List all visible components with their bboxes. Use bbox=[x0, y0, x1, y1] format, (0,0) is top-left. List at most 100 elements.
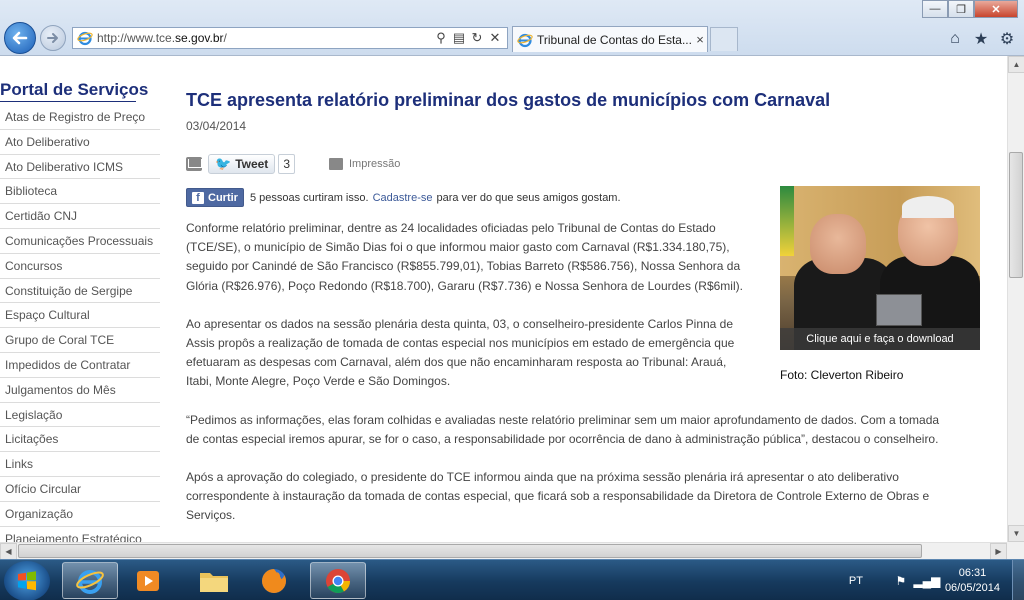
sidebar-item-grupo-coral[interactable]: Grupo de Coral TCE bbox=[0, 328, 160, 353]
article-paragraph: “Pedimos as informações, elas foram colh… bbox=[186, 412, 940, 446]
address-bar[interactable]: http://www.tce.se.gov.br/ ⚲ ▤ ↻ ✕ bbox=[72, 27, 508, 49]
facebook-like-row: f Curtir 5 pessoas curtiram isso. Cadast… bbox=[186, 188, 621, 207]
sidebar-item-links[interactable]: Links bbox=[0, 452, 160, 477]
sidebar-item-oficio-circular[interactable]: Ofício Circular bbox=[0, 477, 160, 502]
tab-tribunal[interactable]: Tribunal de Contas do Esta... × bbox=[512, 26, 708, 52]
taskbar: PT ⚑ ▂▄▆ 06:31 06/05/2014 bbox=[0, 559, 1024, 600]
sidebar-item-comunicacoes[interactable]: Comunicações Processuais bbox=[0, 229, 160, 254]
taskbar-chrome[interactable] bbox=[310, 562, 366, 599]
sidebar-item-concursos[interactable]: Concursos bbox=[0, 254, 160, 279]
refresh-icon[interactable]: ↻ bbox=[469, 30, 485, 46]
article-paragraph: Conforme relatório preliminar, dentre as… bbox=[186, 221, 743, 293]
ie-favicon-icon bbox=[77, 31, 93, 46]
tweet-label: Tweet bbox=[235, 157, 269, 171]
network-signal-icon[interactable]: ▂▄▆ bbox=[913, 573, 940, 589]
browser-toolbar: http://www.tce.se.gov.br/ ⚲ ▤ ↻ ✕ Tribun… bbox=[0, 0, 1024, 56]
taskbar-firefox[interactable] bbox=[246, 562, 302, 599]
portal-title: Portal de Serviços bbox=[0, 80, 148, 102]
photo-download-link[interactable]: Clique aqui e faça o download bbox=[780, 328, 980, 350]
sidebar-item-biblioteca[interactable]: Biblioteca bbox=[0, 179, 160, 205]
vertical-scrollbar[interactable]: ▲ ▼ bbox=[1007, 56, 1024, 542]
scroll-left-icon[interactable]: ◀ bbox=[0, 543, 17, 560]
facebook-like-button[interactable]: f Curtir bbox=[186, 188, 244, 207]
tab-title: Tribunal de Contas do Esta... bbox=[537, 32, 692, 47]
start-button[interactable] bbox=[4, 561, 50, 600]
share-toolbar: 🐦 Tweet 3 Impressão bbox=[186, 154, 400, 174]
folder-icon bbox=[200, 572, 228, 592]
close-tab-icon[interactable]: × bbox=[693, 32, 707, 47]
scroll-down-icon[interactable]: ▼ bbox=[1008, 525, 1024, 542]
back-button[interactable] bbox=[4, 22, 36, 54]
home-icon[interactable]: ⌂ bbox=[946, 30, 964, 48]
print-link[interactable]: Impressão bbox=[349, 158, 400, 170]
chrome-icon bbox=[326, 568, 350, 593]
article-date: 03/04/2014 bbox=[186, 119, 247, 133]
sidebar-item-planejamento[interactable]: Planejamento Estratégico bbox=[0, 527, 160, 542]
scroll-up-icon[interactable]: ▲ bbox=[1008, 56, 1024, 73]
sidebar-item-atas[interactable]: Atas de Registro de Preço bbox=[0, 105, 160, 130]
firefox-icon bbox=[262, 568, 286, 593]
windows-logo-icon bbox=[18, 571, 36, 591]
sidebar-item-organizacao[interactable]: Organização bbox=[0, 502, 160, 527]
language-indicator[interactable]: PT bbox=[849, 575, 863, 587]
sidebar-item-licitacoes[interactable]: Licitações bbox=[0, 427, 160, 453]
sidebar-item-ato-deliberativo-icms[interactable]: Ato Deliberativo ICMS bbox=[0, 155, 160, 180]
article-body: Conforme relatório preliminar, dentre as… bbox=[186, 219, 939, 542]
action-center-flag-icon[interactable]: ⚑ bbox=[893, 573, 909, 589]
sidebar-item-ato-deliberativo[interactable]: Ato Deliberativo bbox=[0, 130, 160, 155]
show-desktop-button[interactable] bbox=[1012, 560, 1024, 600]
media-player-icon bbox=[137, 570, 159, 591]
facebook-like-count: 5 pessoas curtiram isso. bbox=[249, 191, 369, 204]
photo-image[interactable] bbox=[780, 186, 980, 350]
internet-explorer-icon bbox=[76, 569, 104, 594]
minimize-button[interactable]: — bbox=[922, 0, 948, 18]
sidebar-item-constituicao[interactable]: Constituição de Sergipe bbox=[0, 279, 160, 304]
favorites-star-icon[interactable]: ★ bbox=[972, 30, 990, 48]
compatibility-icon[interactable]: ▤ bbox=[451, 30, 467, 46]
taskbar-internet-explorer[interactable] bbox=[62, 562, 118, 599]
arrow-left-icon bbox=[12, 31, 28, 45]
article: TCE apresenta relatório preliminar dos g… bbox=[186, 90, 986, 522]
twitter-bird-icon: 🐦 bbox=[215, 156, 232, 171]
scroll-right-icon[interactable]: ▶ bbox=[990, 543, 1007, 560]
printer-icon[interactable] bbox=[329, 158, 343, 170]
email-icon[interactable] bbox=[186, 157, 202, 171]
scrollbar-corner bbox=[1007, 542, 1024, 559]
system-tray: PT ⚑ ▂▄▆ 06:31 06/05/2014 bbox=[849, 560, 1024, 600]
gear-icon[interactable]: ⚙ bbox=[998, 30, 1016, 48]
horizontal-scroll-thumb[interactable] bbox=[18, 544, 922, 558]
window-controls: — ❐ ✕ bbox=[922, 0, 1018, 18]
sidebar-item-legislacao[interactable]: Legislação bbox=[0, 403, 160, 428]
facebook-icon: f bbox=[192, 191, 204, 204]
facebook-signup-link[interactable]: Cadastre-se bbox=[373, 192, 433, 204]
taskbar-file-explorer[interactable] bbox=[186, 562, 242, 599]
sidebar-item-julgamentos[interactable]: Julgamentos do Mês bbox=[0, 378, 160, 403]
tweet-button[interactable]: 🐦 Tweet bbox=[208, 154, 276, 174]
clock-time: 06:31 bbox=[958, 566, 987, 579]
sidebar-item-espaco-cultural[interactable]: Espaço Cultural bbox=[0, 303, 160, 329]
clock[interactable]: 06:31 06/05/2014 bbox=[945, 566, 1000, 596]
taskbar-media-player[interactable] bbox=[120, 562, 176, 599]
horizontal-scrollbar[interactable]: ◀ ▶ bbox=[0, 542, 1007, 560]
clock-date: 06/05/2014 bbox=[944, 581, 1000, 594]
sidebar-item-certidao[interactable]: Certidão CNJ bbox=[0, 204, 160, 229]
sidebar: Portal de Serviços Atas de Registro de P… bbox=[0, 80, 160, 542]
restore-button[interactable]: ❐ bbox=[948, 0, 974, 18]
new-tab-button[interactable] bbox=[710, 27, 738, 51]
article-photo[interactable]: Clique aqui e faça o download bbox=[780, 186, 980, 350]
facebook-like-label: Curtir bbox=[208, 191, 238, 204]
article-paragraph: Ao apresentar os dados na sessão plenári… bbox=[186, 316, 735, 389]
url-text[interactable]: http://www.tce.se.gov.br/ bbox=[97, 31, 433, 45]
photo-credit: Foto: Cleverton Ribeiro bbox=[780, 368, 904, 382]
search-icon[interactable]: ⚲ bbox=[433, 30, 449, 46]
page-viewport: Portal de Serviços Atas de Registro de P… bbox=[0, 56, 1007, 542]
ie-favicon-icon bbox=[517, 33, 533, 47]
close-window-button[interactable]: ✕ bbox=[974, 0, 1018, 18]
article-paragraph: Após a aprovação do colegiado, o preside… bbox=[186, 470, 930, 523]
facebook-like-tail: para ver do que seus amigos gostam. bbox=[436, 191, 621, 204]
vertical-scroll-thumb[interactable] bbox=[1009, 152, 1023, 278]
tweet-count: 3 bbox=[278, 154, 295, 174]
forward-button[interactable] bbox=[40, 25, 66, 51]
sidebar-item-impedidos[interactable]: Impedidos de Contratar bbox=[0, 353, 160, 378]
stop-icon[interactable]: ✕ bbox=[487, 30, 503, 46]
